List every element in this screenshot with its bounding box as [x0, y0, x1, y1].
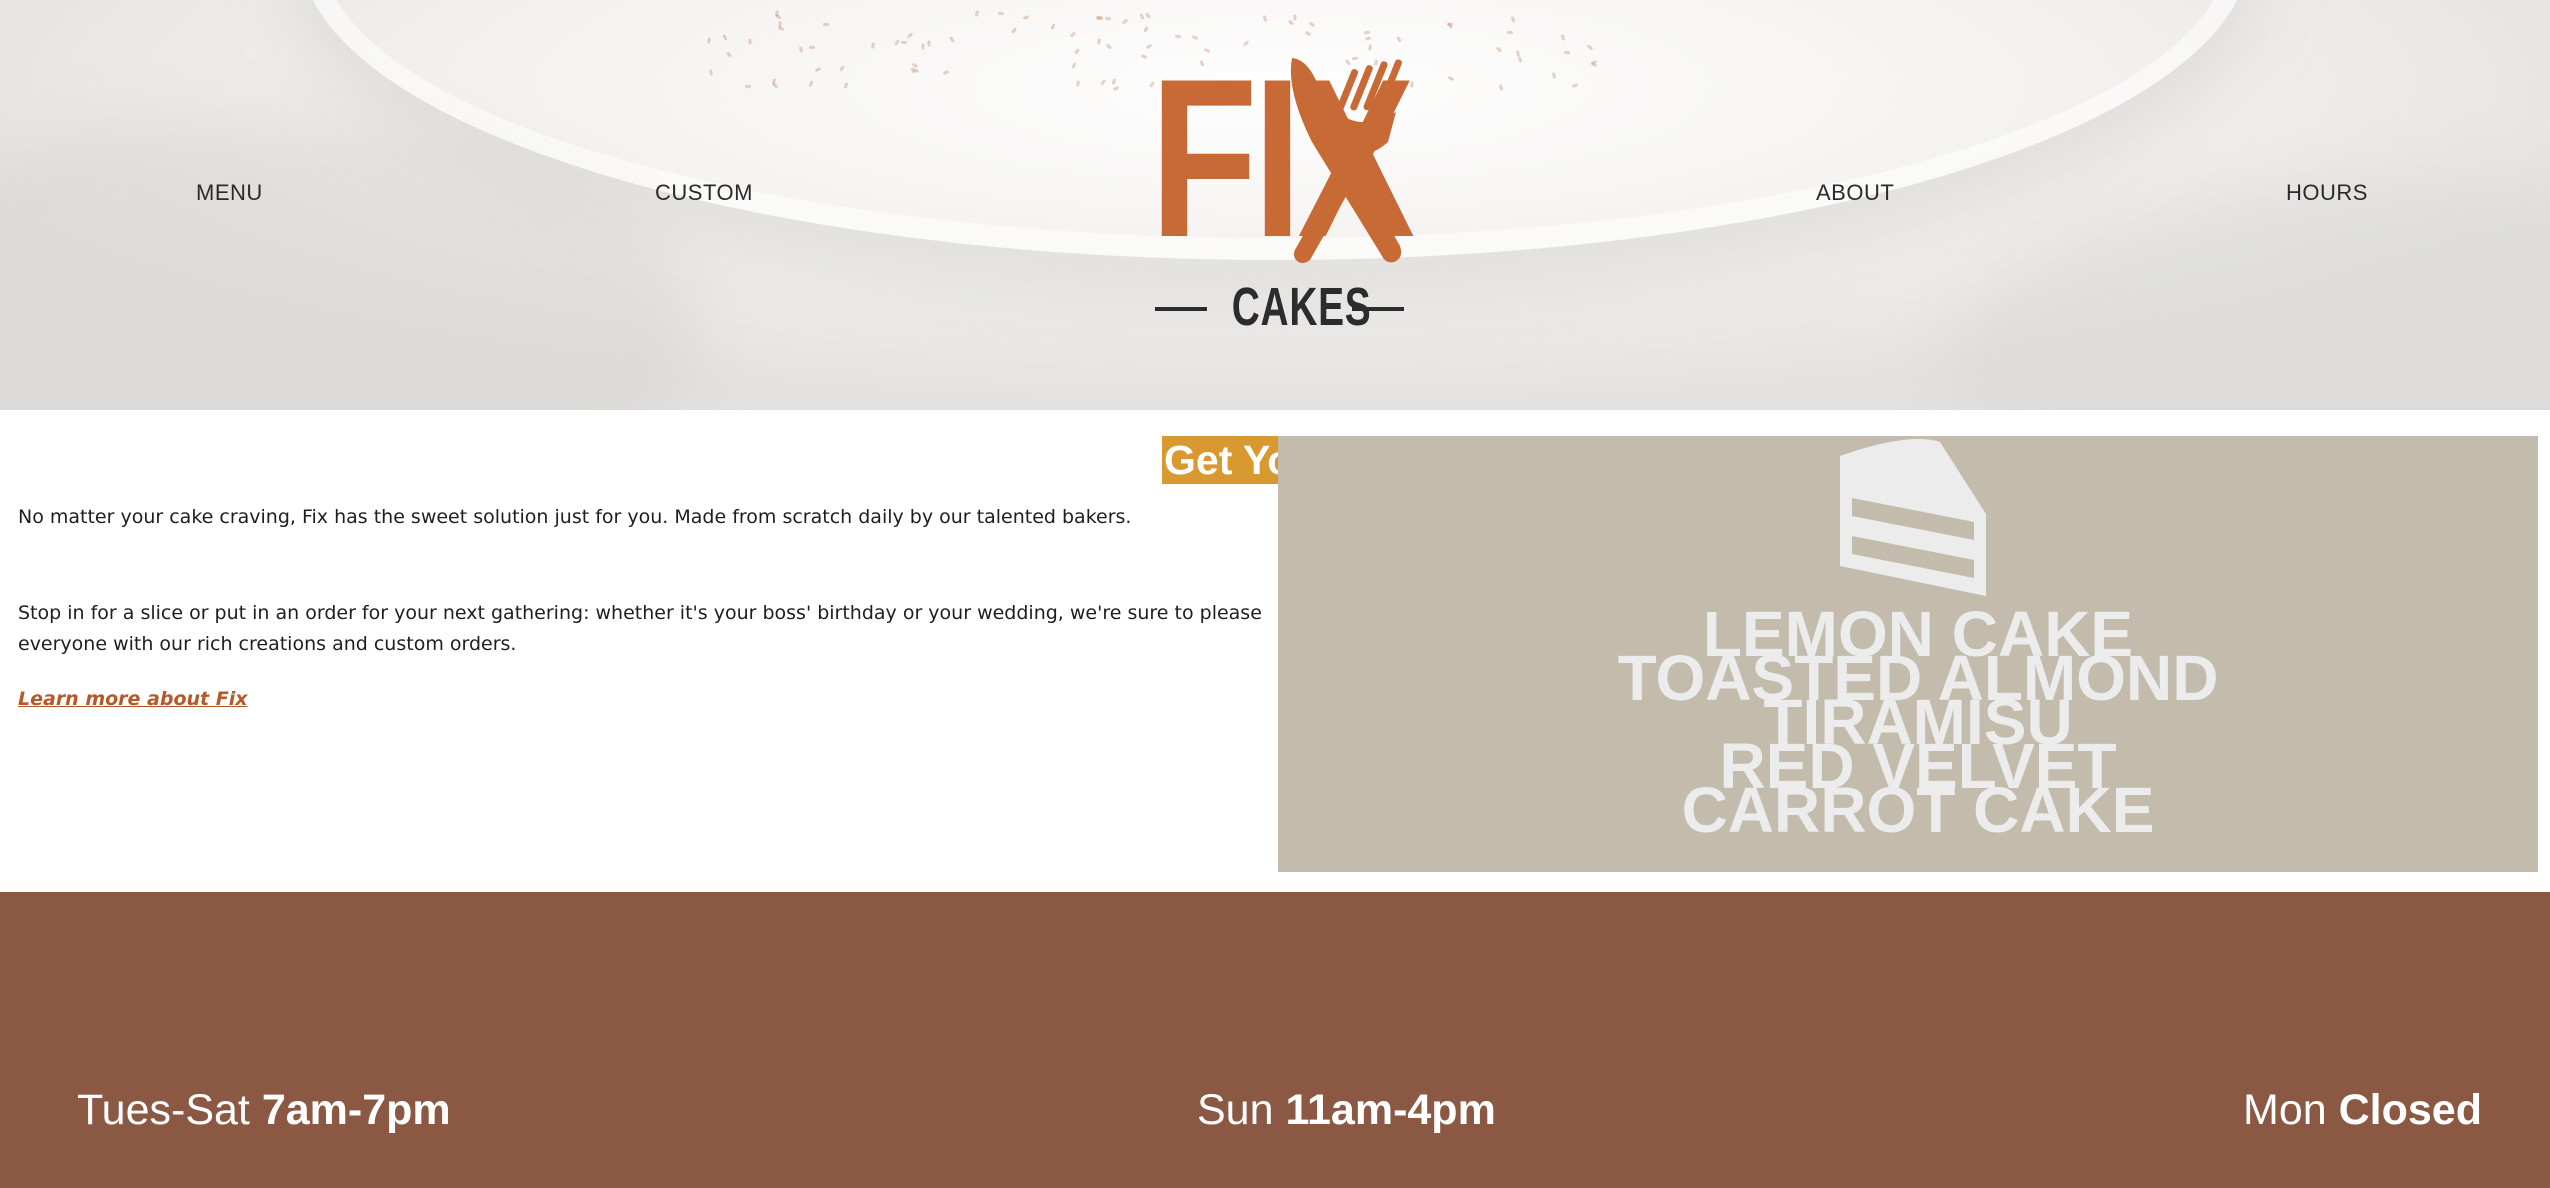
- crumb: [798, 46, 804, 54]
- crumb: [808, 80, 815, 87]
- crumb: [1105, 16, 1112, 21]
- site-logo[interactable]: FIX CAKES: [1150, 45, 1415, 345]
- flavor-item: CARROT CAKE: [1681, 774, 2155, 846]
- crumb: [822, 23, 829, 27]
- fork-knife-icon: [1290, 58, 1402, 263]
- crumb: [1069, 31, 1076, 38]
- crumb: [1560, 34, 1565, 41]
- hours-entry: Sun 11am-4pm: [1197, 1085, 1496, 1135]
- crumb: [1143, 26, 1149, 34]
- crumb: [1074, 47, 1081, 55]
- crumb: [1563, 50, 1570, 55]
- crumb: [1571, 82, 1578, 89]
- crumb: [900, 40, 908, 45]
- logo-subtitle: CAKES: [1155, 277, 1405, 337]
- crumb: [814, 67, 821, 73]
- crumb: [974, 10, 979, 18]
- crumb: [893, 39, 900, 47]
- crumb: [1262, 15, 1267, 22]
- crumb: [1495, 46, 1502, 53]
- crumb: [1111, 77, 1116, 85]
- crumb: [906, 32, 914, 39]
- crumb: [871, 41, 876, 49]
- logo-subtitle-text: CAKES: [1231, 277, 1372, 337]
- crumb: [1105, 43, 1112, 50]
- crumb: [1498, 83, 1504, 91]
- crumb: [708, 68, 713, 76]
- logo-divider: [1155, 307, 1207, 311]
- crumb: [747, 37, 752, 45]
- crumb: [1076, 79, 1081, 87]
- hours-bar: Tues-Sat 7am-7pm Sun 11am-4pm Mon Closed: [0, 892, 2550, 1188]
- crumb: [744, 84, 752, 89]
- crumb: [948, 36, 955, 44]
- crumb: [1121, 18, 1129, 25]
- crumb: [1144, 12, 1151, 19]
- nav-hours-link[interactable]: HOURS: [2286, 180, 2368, 206]
- hours-days: Tues-Sat: [77, 1086, 250, 1134]
- nav-about-link[interactable]: ABOUT: [1816, 180, 1894, 206]
- hours-entry: Mon Closed: [2243, 1085, 2482, 1135]
- flavors-panel: LEMON CAKE TOASTED ALMOND TIRAMISU RED V…: [1278, 436, 2538, 872]
- crumb: [1447, 76, 1455, 82]
- crumb: [942, 70, 950, 76]
- crumb: [1099, 78, 1106, 86]
- crumb: [707, 36, 712, 44]
- hours-days: Mon: [2243, 1086, 2327, 1134]
- crumb: [1023, 15, 1030, 21]
- site-header: MENU CUSTOM FIX CAKES ABOUT HOURS: [0, 0, 2550, 410]
- hours-time: Closed: [2338, 1086, 2482, 1134]
- crumb: [997, 11, 1004, 16]
- crumb: [1112, 86, 1119, 92]
- crumb: [774, 14, 781, 20]
- hours-entry: Tues-Sat 7am-7pm: [77, 1085, 451, 1135]
- crumb: [1096, 38, 1101, 45]
- hours-time: 11am-4pm: [1285, 1086, 1496, 1134]
- crumb: [1510, 16, 1516, 24]
- crumb: [927, 40, 931, 47]
- crumb: [722, 34, 728, 41]
- cake-slice-icon: [1840, 439, 1986, 596]
- crumb: [1506, 30, 1513, 35]
- hours-days: Sun: [1197, 1086, 1274, 1134]
- crumb: [1071, 62, 1077, 70]
- crumb: [921, 43, 925, 50]
- crumb: [1050, 22, 1056, 30]
- intro-section: Get Your Fix No matter your cake craving…: [0, 410, 2550, 892]
- learn-more-link[interactable]: Learn more about Fix: [18, 688, 248, 710]
- crumb: [843, 81, 849, 89]
- nav-menu-link[interactable]: MENU: [196, 180, 263, 206]
- crumb: [1517, 56, 1523, 63]
- intro-paragraph: No matter your cake craving, Fix has the…: [18, 506, 1132, 528]
- crumb: [1293, 14, 1297, 21]
- crumb: [1141, 53, 1148, 59]
- nav-custom-link[interactable]: CUSTOM: [655, 180, 753, 206]
- intro-paragraph: Stop in for a slice or put in an order f…: [18, 602, 1262, 655]
- hours-time: 7am-7pm: [261, 1086, 451, 1134]
- flavor-list: LEMON CAKE TOASTED ALMOND TIRAMISU RED V…: [1278, 602, 2538, 846]
- crumb: [725, 51, 733, 58]
- crumb: [771, 82, 778, 89]
- crumb: [839, 64, 845, 72]
- crumb: [777, 25, 784, 31]
- crumb: [1586, 44, 1594, 51]
- crumb: [808, 45, 815, 49]
- crumb: [1552, 72, 1557, 80]
- crumb: [1308, 22, 1316, 28]
- crumb: [1010, 26, 1017, 34]
- logo-divider: [1352, 307, 1404, 311]
- crumb: [1287, 19, 1294, 26]
